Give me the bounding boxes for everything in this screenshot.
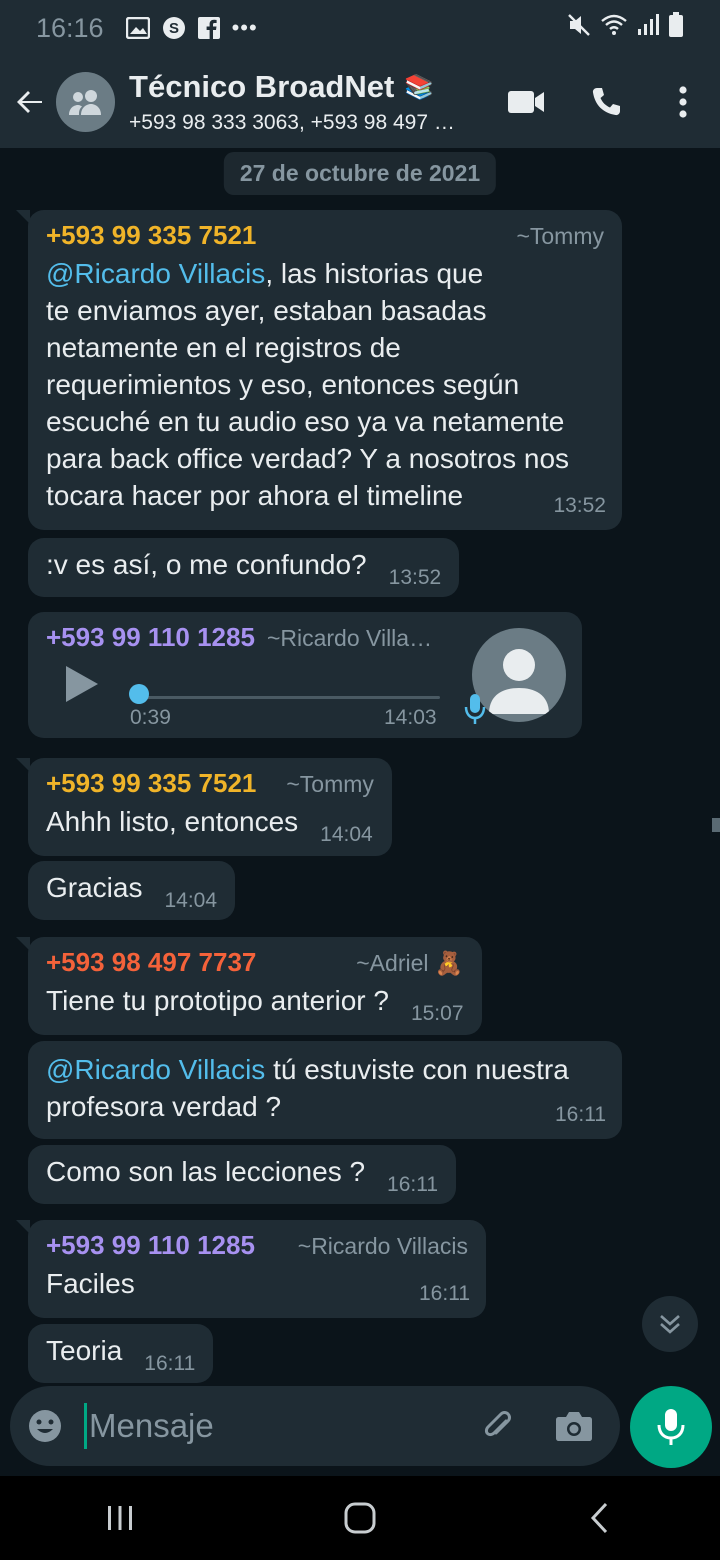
scroll-to-bottom-button[interactable] bbox=[642, 1296, 698, 1352]
mic-icon bbox=[464, 692, 486, 731]
video-call-button[interactable] bbox=[486, 56, 566, 148]
chat-title-block[interactable]: Técnico BroadNet 📚 +593 98 333 3063, +59… bbox=[129, 69, 486, 135]
message-sender-alias: ~Tommy bbox=[516, 223, 604, 249]
group-participants: +593 98 333 3063, +593 98 497 … bbox=[129, 111, 455, 134]
system-back-button[interactable] bbox=[540, 1476, 660, 1560]
message-bubble[interactable]: +593 98 497 7737 ~Adriel 🧸 Tiene tu prot… bbox=[16, 937, 482, 1035]
message-input[interactable]: Mensaje bbox=[89, 1407, 460, 1445]
message-bubble[interactable]: Teoria 16:11 bbox=[28, 1324, 214, 1383]
recent-apps-icon bbox=[108, 1506, 132, 1530]
message-text: Faciles bbox=[46, 1268, 135, 1299]
message-sender[interactable]: +593 98 497 7737 bbox=[46, 947, 256, 978]
system-nav-bar bbox=[0, 1476, 720, 1560]
skype-icon: S bbox=[162, 16, 186, 40]
message-time: 16:11 bbox=[419, 1282, 470, 1305]
message-bubble[interactable]: +593 99 335 7521 ~Tommy Ahhh listo, ento… bbox=[16, 758, 392, 856]
message-time: 16:11 bbox=[144, 1352, 196, 1375]
paperclip-icon bbox=[484, 1411, 511, 1437]
voice-progress-knob[interactable] bbox=[129, 684, 149, 704]
chat-area[interactable]: 27 de octubre de 2021 +593 99 335 7521 ~… bbox=[0, 148, 720, 1388]
message-text: Ahhh listo, entonces bbox=[46, 806, 299, 837]
status-bar: 16:16 S ••• bbox=[0, 0, 720, 56]
message-text: Como son las lecciones ? bbox=[46, 1156, 366, 1187]
message-text: @Ricardo Villacis tú estuviste con nuest… bbox=[46, 1054, 569, 1122]
message-sender[interactable]: +593 99 110 1285 bbox=[46, 622, 255, 653]
message-time: 16:11 bbox=[387, 1173, 439, 1196]
more-vertical-icon bbox=[679, 86, 687, 118]
wifi-icon bbox=[600, 13, 628, 44]
battery-icon bbox=[668, 11, 684, 45]
message-time: 13:52 bbox=[553, 494, 606, 517]
message-sender[interactable]: +593 99 110 1285 bbox=[46, 1230, 255, 1261]
signal-icon bbox=[636, 13, 660, 44]
facebook-icon bbox=[197, 17, 220, 39]
group-avatar[interactable] bbox=[55, 72, 116, 132]
microphone-icon bbox=[657, 1409, 685, 1445]
message-bubble[interactable]: +593 99 335 7521 ~Tommy @Ricardo Villaci… bbox=[16, 210, 622, 530]
message-bubble[interactable]: Gracias 14:04 bbox=[28, 861, 236, 920]
svg-text:S: S bbox=[169, 20, 179, 37]
sender-avatar[interactable] bbox=[472, 628, 566, 722]
status-time: 16:16 bbox=[36, 12, 104, 43]
voice-message-bubble[interactable]: +593 99 110 1285 ~Ricardo Villa… 0:39 14… bbox=[28, 612, 582, 738]
message-time: 14:04 bbox=[320, 823, 373, 846]
recent-apps-button[interactable] bbox=[60, 1476, 180, 1560]
message-time: 16:11 bbox=[555, 1103, 606, 1126]
group-name: Técnico BroadNet bbox=[129, 69, 395, 104]
message-bubble[interactable]: :v es así, o me confundo? 13:52 bbox=[28, 538, 460, 597]
voice-duration: 0:39 bbox=[130, 706, 171, 729]
voice-progress-track[interactable] bbox=[132, 696, 440, 699]
more-options-button[interactable] bbox=[646, 56, 720, 148]
emoji-icon bbox=[29, 1410, 61, 1442]
message-time: 15:07 bbox=[410, 1002, 464, 1025]
image-icon bbox=[125, 17, 150, 39]
voice-call-button[interactable] bbox=[566, 56, 646, 148]
message-text: @Ricardo Villacis, las historias que te … bbox=[46, 258, 570, 511]
date-chip: 27 de octubre de 2021 bbox=[223, 152, 497, 195]
mention-link[interactable]: @Ricardo Villacis bbox=[46, 1054, 265, 1085]
status-overflow: ••• bbox=[231, 15, 258, 40]
message-sender-alias: ~Adriel 🧸 bbox=[356, 950, 464, 976]
text-cursor bbox=[84, 1403, 87, 1449]
home-button[interactable] bbox=[300, 1476, 420, 1560]
person-icon bbox=[489, 649, 549, 714]
message-text: :v es así, o me confundo? bbox=[46, 549, 367, 580]
message-time: 14:03 bbox=[384, 706, 437, 729]
books-emoji: 📚 bbox=[404, 73, 435, 101]
message-bubble[interactable]: +593 99 110 1285 ~Ricardo Villacis Facil… bbox=[16, 1220, 486, 1318]
message-text: Teoria bbox=[46, 1335, 123, 1366]
message-sender[interactable]: +593 99 335 7521 bbox=[46, 220, 256, 251]
mute-icon bbox=[566, 12, 592, 45]
camera-button[interactable] bbox=[536, 1386, 612, 1466]
voice-record-button[interactable] bbox=[630, 1386, 712, 1468]
chat-header: Técnico BroadNet 📚 +593 98 333 3063, +59… bbox=[0, 56, 720, 148]
back-button[interactable] bbox=[4, 56, 56, 148]
message-time: 14:04 bbox=[164, 889, 218, 912]
message-text: Tiene tu prototipo anterior ? bbox=[46, 985, 389, 1016]
arrow-back-icon bbox=[16, 91, 42, 113]
message-text: Gracias bbox=[46, 872, 143, 903]
attach-button[interactable] bbox=[460, 1386, 536, 1466]
camera-icon bbox=[556, 1412, 592, 1441]
home-icon bbox=[344, 1502, 376, 1534]
play-icon bbox=[66, 666, 98, 702]
phone-icon bbox=[592, 88, 620, 116]
chevron-left-icon bbox=[590, 1502, 608, 1534]
scrollbar-thumb[interactable] bbox=[712, 818, 720, 832]
double-chevron-down-icon bbox=[660, 1315, 680, 1334]
message-bubble[interactable]: @Ricardo Villacis tú estuviste con nuest… bbox=[28, 1041, 622, 1139]
message-sender-alias: ~Ricardo Villa… bbox=[266, 625, 433, 651]
group-title: Técnico BroadNet 📚 bbox=[129, 69, 486, 105]
message-sender-alias: ~Tommy bbox=[286, 771, 374, 797]
message-bubble[interactable]: Como son las lecciones ? 16:11 bbox=[28, 1145, 457, 1204]
group-icon bbox=[69, 90, 102, 115]
message-composer: Mensaje bbox=[10, 1386, 620, 1466]
mention-link[interactable]: @Ricardo Villacis bbox=[46, 258, 265, 289]
play-button[interactable] bbox=[64, 664, 100, 709]
video-camera-icon bbox=[508, 91, 544, 113]
message-sender[interactable]: +593 99 335 7521 bbox=[46, 768, 256, 799]
message-time: 13:52 bbox=[388, 566, 442, 589]
message-sender-alias: ~Ricardo Villacis bbox=[297, 1233, 468, 1259]
emoji-button[interactable] bbox=[10, 1386, 80, 1466]
